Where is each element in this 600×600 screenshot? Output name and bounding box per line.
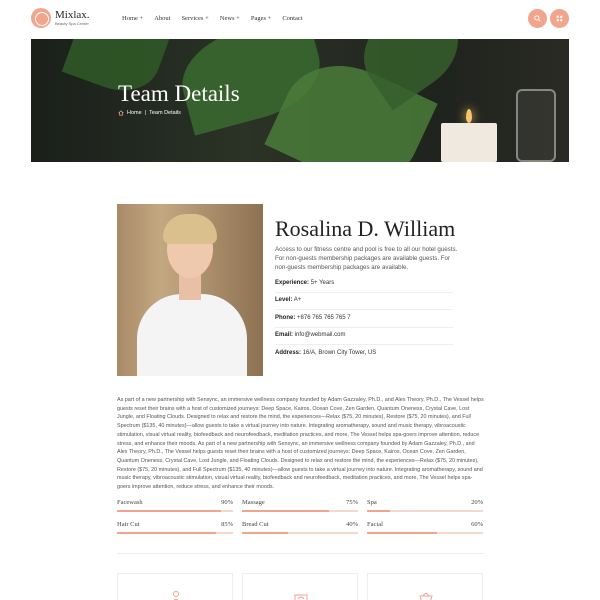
skill-percent: 60% (471, 521, 483, 528)
skill-label: Bread Cut (242, 521, 269, 528)
brand-name: Mixlax. (55, 9, 90, 21)
detail-value[interactable]: info@webmail.com (295, 332, 346, 338)
breadcrumb-home[interactable]: Home (127, 110, 142, 116)
detail-value: A+ (293, 297, 302, 303)
person-icon (173, 591, 179, 600)
detail-address: Address: 16/A, Brown City Tower, US (275, 350, 455, 356)
skill-label: Facial (367, 521, 383, 528)
detail-value: 5+ Years (310, 280, 335, 286)
detail-divider (275, 292, 453, 293)
detail-label: Experience: (275, 280, 310, 286)
skill-percent: 85% (221, 521, 233, 528)
detail-level: Level: A+ (275, 297, 455, 303)
skill-fill (242, 510, 329, 512)
skill-label: Massage (242, 499, 265, 506)
skill-fill (367, 532, 437, 534)
brand-tagline: Beauty Spa Center (55, 21, 89, 26)
team-member-bio: As part of a new partnership with Sensyn… (117, 397, 484, 491)
grid-menu-icon (556, 15, 563, 22)
photo-body (137, 294, 247, 376)
skill-label: Spa (367, 499, 377, 506)
skill-label: Facewash (117, 499, 143, 506)
candle-decoration (441, 123, 497, 162)
team-member-name: Rosalina D. William (275, 216, 456, 241)
breadcrumb: Home | Team Details (118, 110, 181, 116)
skill-track (242, 510, 358, 512)
detail-label: Level: (275, 297, 293, 303)
breadcrumb-current: Team Details (149, 110, 181, 116)
detail-phone: Phone: +876 765 765 765 7 (275, 315, 455, 321)
skill-percent: 20% (471, 499, 483, 506)
basket-icon (419, 593, 433, 600)
search-button[interactable] (528, 9, 547, 28)
skill-track (242, 532, 358, 534)
page-hero-banner: Team Details Home | Team Details (31, 39, 569, 162)
logo-text: Mixlax. Beauty Spa Center (55, 9, 90, 27)
skill-track (117, 532, 233, 534)
candle-flame-decoration (466, 109, 472, 123)
skill-track (367, 532, 483, 534)
detail-divider (275, 327, 453, 328)
detail-label: Phone: (275, 315, 296, 321)
skill-percent: 90% (221, 499, 233, 506)
logo[interactable]: Mixlax. Beauty Spa Center (31, 8, 90, 28)
spa-icon (294, 594, 308, 600)
detail-divider (275, 344, 453, 345)
skill-fill (367, 510, 391, 512)
nav-item-about[interactable]: About (154, 15, 170, 22)
skill-track (367, 510, 483, 512)
detail-value[interactable]: +876 765 765 765 7 (297, 315, 351, 321)
service-card[interactable] (242, 573, 358, 600)
skill-percent: 75% (346, 499, 358, 506)
nav-item-pages[interactable]: Pages + (251, 15, 271, 22)
detail-email: Email: info@webmail.com (275, 332, 455, 338)
logo-mark-icon (31, 8, 51, 28)
skill-fill (242, 532, 289, 534)
detail-label: Email: (275, 332, 294, 338)
service-card[interactable] (117, 573, 233, 600)
search-icon (534, 15, 541, 22)
page-title: Team Details (118, 81, 240, 106)
detail-value: 16/A, Brown City Tower, US (302, 350, 377, 356)
glass-jar-decoration (516, 89, 556, 162)
photo-hair (163, 214, 217, 244)
skill-label: Hair Cut (117, 521, 140, 528)
skill-fill (117, 532, 216, 534)
skill-percent: 40% (346, 521, 358, 528)
nav-item-contact[interactable]: Contact (282, 15, 302, 22)
menu-button[interactable] (550, 9, 569, 28)
home-icon (118, 110, 124, 116)
breadcrumb-separator: | (144, 110, 147, 116)
site-header: Mixlax. Beauty Spa Center Home + About S… (0, 0, 600, 38)
detail-divider (275, 309, 453, 310)
team-member-intro: Access to our fitness centre and pool is… (275, 246, 458, 271)
service-card[interactable] (367, 573, 483, 600)
detail-experience: Experience: 5+ Years (275, 280, 455, 286)
nav-item-home[interactable]: Home + (122, 15, 143, 22)
skill-track (117, 510, 233, 512)
main-nav: Home + About Services + News + Pages + C… (122, 15, 314, 22)
section-divider (117, 553, 485, 554)
detail-label: Address: (275, 350, 302, 356)
skill-fill (117, 510, 222, 512)
team-member-photo (117, 204, 263, 376)
nav-item-news[interactable]: News + (220, 15, 240, 22)
nav-item-services[interactable]: Services + (181, 15, 208, 22)
